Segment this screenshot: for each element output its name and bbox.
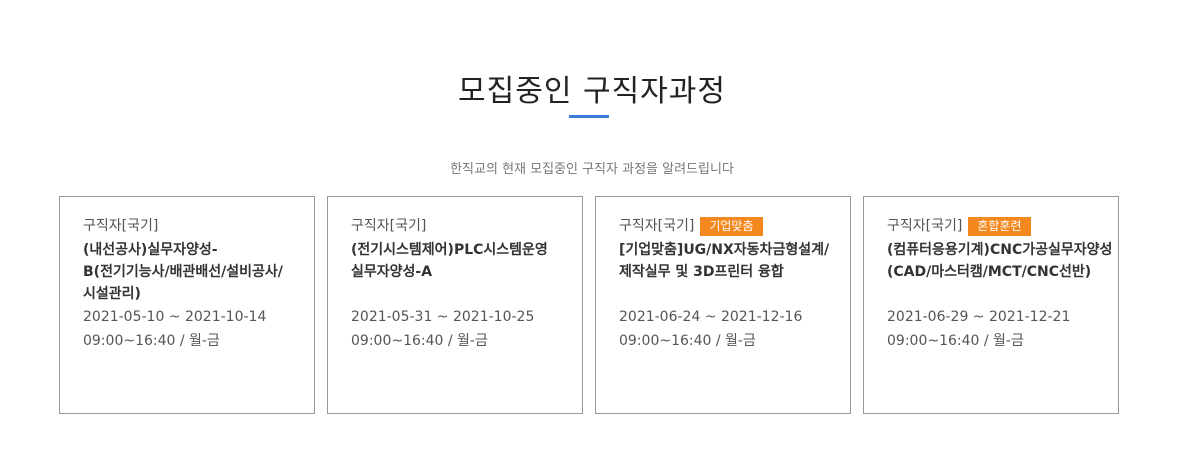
- course-time: 09:00~16:40 / 월-금: [619, 333, 756, 349]
- course-name[interactable]: (내선공사)실무자양성-B(전기기능사/배관배선/설비공사/시설관리): [83, 239, 303, 305]
- course-category: 구직자[국기]: [619, 218, 695, 234]
- course-name[interactable]: (컴퓨터응용기계)CNC가공실무자양성(CAD/마스터캠/MCT/CNC선반): [887, 239, 1112, 305]
- course-card-content: 구직자[국기] (내선공사)실무자양성-B(전기기능사/배관배선/설비공사/시설…: [83, 215, 303, 353]
- course-type-badge: 혼합훈련: [968, 216, 1031, 236]
- course-card[interactable]: 구직자[국기] 혼합훈련 (컴퓨터응용기계)CNC가공실무자양성(CAD/마스터…: [863, 196, 1119, 414]
- course-type-badge: 기업맞춤: [700, 216, 763, 236]
- section-title: 모집중인 구직자과정: [458, 73, 726, 109]
- course-period: 2021-05-31 ~ 2021-10-25: [351, 309, 535, 325]
- course-card[interactable]: 구직자[국기] 기업맞춤 [기업맞춤]UG/NX자동차금형설계/제작실무 및 3…: [595, 196, 851, 414]
- course-time: 09:00~16:40 / 월-금: [351, 333, 488, 349]
- course-name[interactable]: [기업맞춤]UG/NX자동차금형설계/제작실무 및 3D프린터 융합: [619, 239, 839, 305]
- course-period: 2021-06-24 ~ 2021-12-16: [619, 309, 803, 325]
- course-card[interactable]: 구직자[국기] (내선공사)실무자양성-B(전기기능사/배관배선/설비공사/시설…: [59, 196, 315, 414]
- category-row: 구직자[국기] 기업맞춤: [619, 215, 839, 237]
- course-card-list: 구직자[국기] (내선공사)실무자양성-B(전기기능사/배관배선/설비공사/시설…: [59, 196, 1121, 414]
- course-time: 09:00~16:40 / 월-금: [887, 333, 1024, 349]
- course-card-content: 구직자[국기] 기업맞춤 [기업맞춤]UG/NX자동차금형설계/제작실무 및 3…: [619, 215, 839, 353]
- section-subtitle: 한직교의 현재 모집중인 구직자 과정을 알려드립니다: [450, 162, 734, 177]
- course-time: 09:00~16:40 / 월-금: [83, 333, 220, 349]
- course-period: 2021-06-29 ~ 2021-12-21: [887, 309, 1071, 325]
- course-category: 구직자[국기]: [887, 218, 963, 234]
- course-category: 구직자[국기]: [351, 218, 427, 234]
- course-card[interactable]: 구직자[국기] (전기시스템제어)PLC시스템운영 실무자양성-A 2021-0…: [327, 196, 583, 414]
- title-underline: [569, 115, 609, 118]
- course-name[interactable]: (전기시스템제어)PLC시스템운영 실무자양성-A: [351, 239, 571, 305]
- recruiting-courses-section: 모집중인 구직자과정 한직교의 현재 모집중인 구직자 과정을 알려드립니다 구…: [0, 0, 1184, 469]
- course-category: 구직자[국기]: [83, 218, 159, 234]
- category-row: 구직자[국기]: [83, 215, 303, 237]
- course-card-content: 구직자[국기] (전기시스템제어)PLC시스템운영 실무자양성-A 2021-0…: [351, 215, 571, 353]
- category-row: 구직자[국기]: [351, 215, 571, 237]
- category-row: 구직자[국기] 혼합훈련: [887, 215, 1107, 237]
- course-card-content: 구직자[국기] 혼합훈련 (컴퓨터응용기계)CNC가공실무자양성(CAD/마스터…: [887, 215, 1112, 353]
- course-period: 2021-05-10 ~ 2021-10-14: [83, 309, 267, 325]
